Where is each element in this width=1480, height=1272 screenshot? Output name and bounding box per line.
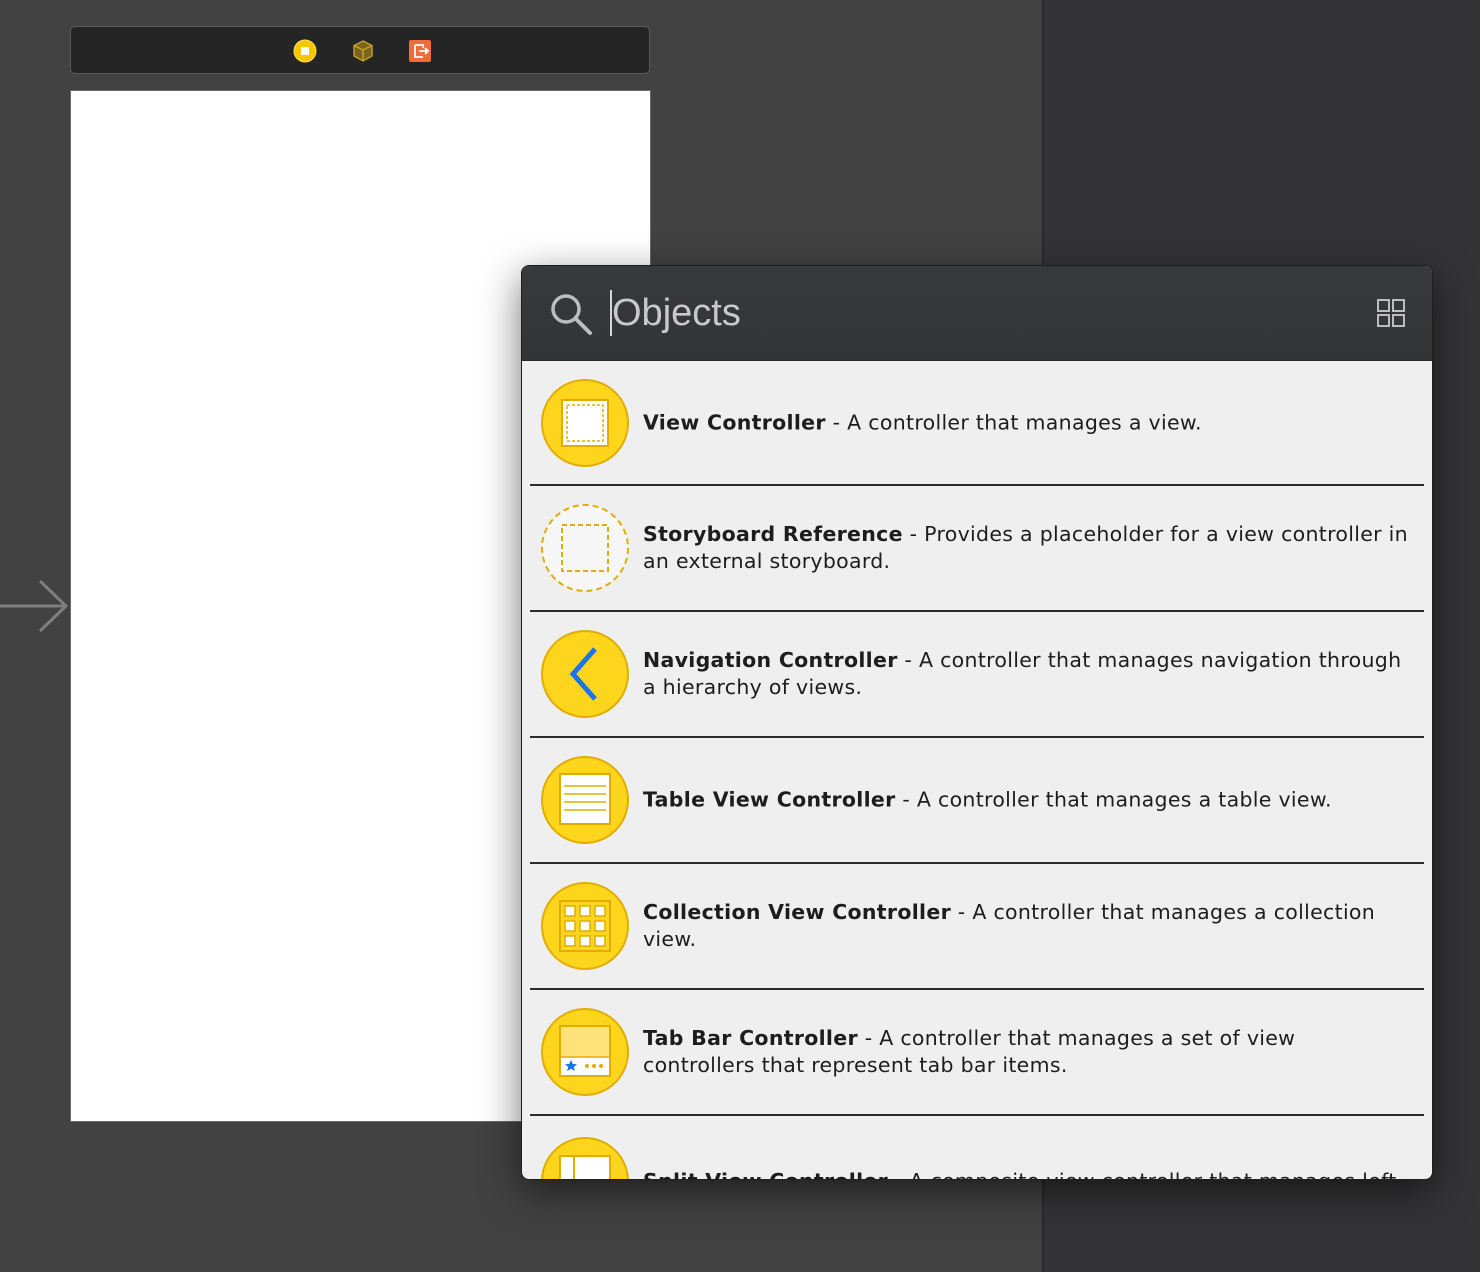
- collection-view-controller-icon: [541, 882, 629, 970]
- storyboard-entry-point-arrow[interactable]: [0, 576, 72, 636]
- table-view-controller-icon: [541, 756, 629, 844]
- item-separator: -: [825, 410, 848, 434]
- item-separator: -: [897, 648, 919, 672]
- library-list: View Controller - A controller that mana…: [522, 361, 1432, 1179]
- item-separator: -: [950, 900, 973, 924]
- split-view-controller-icon: [541, 1137, 629, 1179]
- list-item[interactable]: Table View Controller - A controller tha…: [530, 738, 1424, 864]
- item-text: Navigation Controller - A controller tha…: [643, 647, 1410, 701]
- list-item[interactable]: View Controller - A controller that mana…: [530, 361, 1424, 486]
- item-title: Tab Bar Controller: [643, 1026, 858, 1050]
- item-title: Split View Controller: [643, 1169, 888, 1179]
- item-title: Table View Controller: [643, 787, 896, 812]
- item-text: Collection View Controller - A controlle…: [643, 899, 1410, 953]
- library-search-bar: [522, 266, 1432, 361]
- tab-bar-controller-icon: [541, 1008, 629, 1096]
- exit-icon[interactable]: [408, 39, 432, 63]
- item-title: View Controller: [643, 410, 826, 434]
- item-separator: -: [895, 787, 917, 812]
- item-title: Storyboard Reference: [643, 522, 903, 546]
- search-input[interactable]: [612, 286, 1312, 340]
- object-library-popover: View Controller - A controller that mana…: [521, 265, 1433, 1180]
- item-text: Split View Controller - A composite view…: [643, 1168, 1410, 1179]
- item-text: Table View Controller - A controller tha…: [643, 787, 1410, 814]
- list-item[interactable]: Storyboard Reference - Provides a placeh…: [530, 486, 1424, 612]
- list-item[interactable]: Collection View Controller - A controlle…: [530, 864, 1424, 990]
- storyboard-reference-icon: [541, 504, 629, 592]
- item-title: Collection View Controller: [643, 900, 951, 924]
- list-item[interactable]: Tab Bar Controller - A controller that m…: [530, 990, 1424, 1116]
- view-controller-icon: [541, 378, 629, 467]
- list-item[interactable]: Navigation Controller - A controller tha…: [530, 612, 1424, 738]
- scene-dock: [70, 26, 650, 74]
- view-controller-icon[interactable]: [293, 39, 317, 63]
- item-text: Tab Bar Controller - A controller that m…: [643, 1025, 1410, 1079]
- item-title: Navigation Controller: [643, 648, 898, 672]
- list-item[interactable]: Split View Controller - A composite view…: [530, 1116, 1424, 1179]
- search-icon: [551, 294, 592, 335]
- item-separator: -: [888, 1169, 909, 1179]
- item-separator: -: [902, 522, 925, 546]
- grid-view-icon[interactable]: [1376, 298, 1406, 328]
- item-separator: -: [857, 1026, 880, 1050]
- item-description: A controller that manages a view.: [847, 410, 1202, 434]
- navigation-controller-icon: [541, 630, 629, 718]
- item-text: Storyboard Reference - Provides a placeh…: [643, 521, 1410, 575]
- item-text: View Controller - A controller that mana…: [643, 409, 1410, 436]
- item-description: A controller that manages a table view.: [916, 787, 1332, 812]
- first-responder-icon[interactable]: [351, 39, 375, 63]
